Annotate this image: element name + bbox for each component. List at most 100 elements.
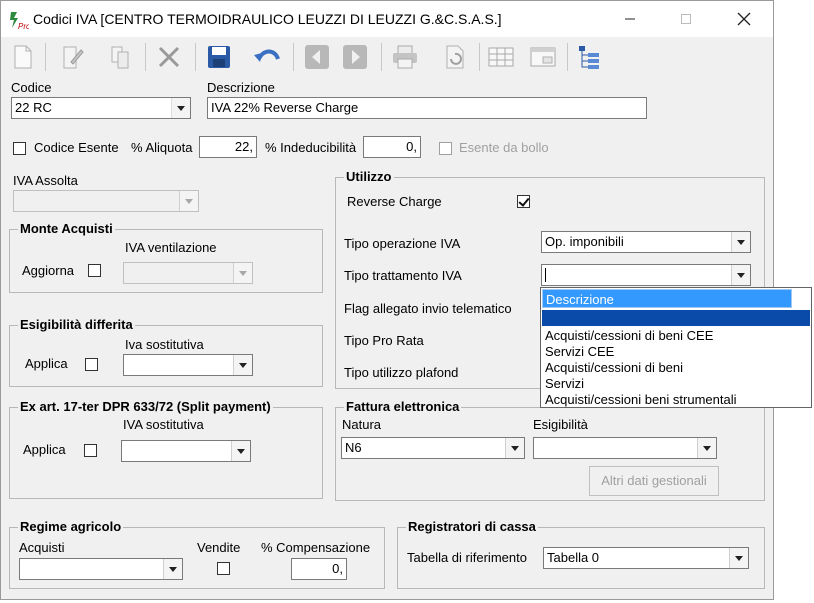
reverse-charge-label: Reverse Charge — [347, 194, 442, 209]
chevron-down-icon[interactable] — [179, 191, 198, 211]
tipo-trattamento-value[interactable] — [545, 268, 546, 282]
dropdown-option[interactable]: Servizi CEE — [545, 344, 614, 360]
aggiorna-checkbox[interactable] — [88, 264, 101, 277]
esente-bollo-checkbox[interactable] — [439, 142, 452, 155]
chevron-down-icon[interactable] — [163, 559, 182, 579]
esigibilita-combo[interactable] — [533, 437, 717, 459]
dropdown-option[interactable]: Servizi — [545, 376, 584, 392]
delete-button[interactable] — [153, 41, 185, 73]
chevron-down-icon[interactable] — [231, 441, 250, 461]
new-button[interactable] — [7, 41, 39, 73]
tipo-operazione-value: Op. imponibili — [545, 234, 624, 249]
minimize-button[interactable] — [607, 1, 653, 37]
tabella-riferimento-label: Tabella di riferimento — [407, 550, 527, 565]
iva-assolta-label: IVA Assolta — [13, 173, 78, 188]
title-bar: Pro Codici IVA [CENTRO TERMOIDRAULICO LE… — [1, 1, 773, 37]
split-iva-sostitutiva-label: IVA sostitutiva — [123, 417, 204, 432]
tipo-trattamento-combo[interactable] — [541, 264, 751, 286]
chevron-down-icon[interactable] — [697, 438, 716, 458]
printer-icon — [393, 45, 417, 69]
delete-x-icon — [158, 46, 180, 68]
acquisti-combo[interactable] — [19, 558, 183, 580]
chevron-down-icon[interactable] — [171, 98, 190, 118]
chevron-down-icon[interactable] — [233, 263, 252, 283]
codice-esente-checkbox[interactable] — [13, 142, 26, 155]
esigibilita-differita-caption: Esigibilità differita — [18, 317, 135, 332]
copy-button[interactable] — [105, 41, 137, 73]
refresh-button[interactable] — [439, 41, 471, 73]
iva-assolta-combo[interactable] — [13, 190, 199, 212]
tree-list-icon — [579, 46, 599, 69]
dropdown-option[interactable]: Acquisti/cessioni di beni — [545, 360, 683, 376]
form-view-icon — [530, 47, 556, 67]
chevron-down-icon[interactable] — [731, 232, 750, 252]
split-iva-sostitutiva-combo[interactable] — [121, 440, 251, 462]
undo-icon — [254, 49, 280, 62]
save-button[interactable] — [203, 41, 235, 73]
grid-view-button[interactable] — [485, 41, 517, 73]
dropdown-option[interactable]: Acquisti/cessioni beni strumentali — [545, 392, 736, 408]
codice-esente-label: Codice Esente — [34, 140, 119, 155]
edit-button[interactable] — [57, 41, 89, 73]
split-applica-label: Applica — [23, 442, 66, 457]
monte-acquisti-caption: Monte Acquisti — [18, 221, 115, 236]
tabella-riferimento-value: Tabella 0 — [547, 550, 600, 565]
iva-sostitutiva-combo[interactable] — [123, 354, 253, 376]
natura-label: Natura — [342, 417, 382, 432]
form-view-button[interactable] — [527, 41, 559, 73]
close-button[interactable] — [721, 1, 767, 37]
registratori-cassa-caption: Registratori di cassa — [406, 519, 538, 534]
acquisti-label: Acquisti — [19, 540, 65, 555]
vendite-checkbox[interactable] — [217, 562, 230, 575]
maximize-icon — [681, 13, 691, 24]
chevron-down-icon[interactable] — [731, 265, 750, 285]
tabella-riferimento-combo[interactable]: Tabella 0 — [543, 547, 749, 569]
iva-ventilazione-combo[interactable] — [123, 262, 253, 284]
next-button[interactable] — [339, 41, 371, 73]
iva-sostitutiva-label: Iva sostitutiva — [125, 337, 204, 352]
tipo-plafond-label: Tipo utilizzo plafond — [344, 365, 459, 380]
svg-text:Pro: Pro — [18, 22, 29, 31]
tipo-operazione-label: Tipo operazione IVA — [344, 236, 461, 251]
dropdown-empty-option[interactable] — [542, 310, 810, 326]
table-grid-icon — [488, 47, 514, 67]
indeducibilita-label: % Indeducibilità — [265, 140, 357, 155]
esente-bollo-label: Esente da bollo — [459, 140, 549, 155]
natura-combo[interactable]: N6 — [341, 437, 525, 459]
copy-icon — [111, 46, 129, 69]
tipo-trattamento-label: Tipo trattamento IVA — [344, 268, 462, 283]
reverse-charge-checkbox[interactable] — [517, 195, 530, 208]
indeducibilita-input[interactable]: 0, — [363, 136, 421, 158]
codice-combo[interactable]: 22 RC — [11, 97, 191, 119]
aggiorna-label: Aggiorna — [22, 263, 75, 278]
codice-label: Codice — [11, 80, 52, 95]
dropdown-option[interactable]: Acquisti/cessioni di beni CEE — [545, 328, 713, 344]
split-applica-checkbox[interactable] — [84, 444, 97, 457]
aliquota-input[interactable]: 22, — [199, 136, 257, 158]
undo-button[interactable] — [251, 41, 283, 73]
regime-agricolo-caption: Regime agricolo — [18, 519, 124, 534]
applica-label: Applica — [25, 356, 68, 371]
compensazione-input[interactable]: 0, — [291, 558, 347, 580]
fattura-elettronica-caption: Fattura elettronica — [344, 399, 462, 414]
tipo-operazione-combo[interactable]: Op. imponibili — [541, 231, 751, 253]
chevron-down-icon[interactable] — [729, 548, 748, 568]
chevron-down-icon[interactable] — [505, 438, 524, 458]
previous-button[interactable] — [301, 41, 333, 73]
aliquota-label: % Aliquota — [131, 140, 193, 155]
iva-ventilazione-label: IVA ventilazione — [125, 240, 217, 255]
applica-checkbox[interactable] — [85, 358, 98, 371]
descrizione-input[interactable]: IVA 22% Reverse Charge — [207, 97, 647, 119]
arrow-right-icon — [343, 45, 367, 69]
print-button[interactable] — [389, 41, 421, 73]
edit-icon — [63, 46, 84, 69]
maximize-button[interactable] — [663, 1, 709, 37]
new-document-icon — [14, 45, 32, 69]
minimize-icon — [625, 18, 635, 20]
altri-dati-gestionali-button[interactable]: Altri dati gestionali — [589, 466, 719, 496]
dropdown-header: Descrizione — [542, 289, 792, 308]
compensazione-label: % Compensazione — [261, 540, 371, 555]
descrizione-label: Descrizione — [207, 80, 275, 95]
tree-view-button[interactable] — [573, 41, 605, 73]
chevron-down-icon[interactable] — [233, 355, 252, 375]
